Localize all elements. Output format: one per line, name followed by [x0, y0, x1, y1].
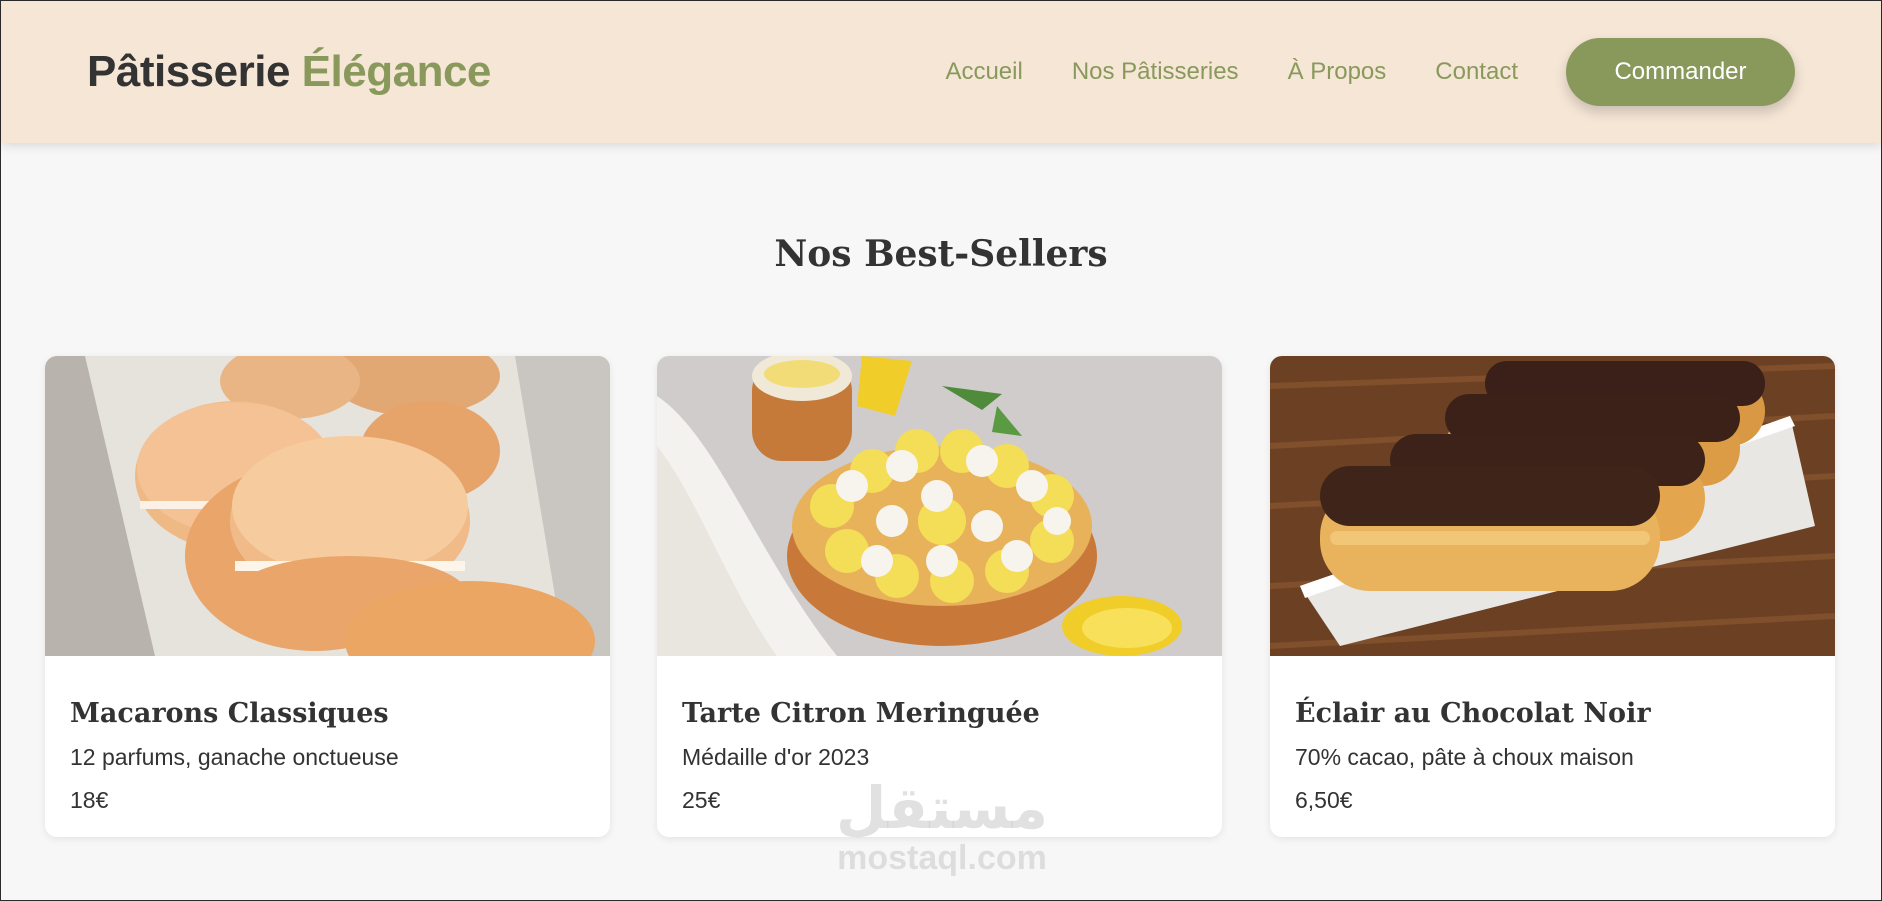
nav-link-accueil[interactable]: Accueil: [945, 58, 1022, 86]
product-price: 18€: [70, 787, 109, 813]
brand-name-accent: Élégance: [301, 47, 492, 96]
product-price: 6,50€: [1295, 787, 1353, 813]
site-header: Pâtisserie Élégance Accueil Nos Pâtisser…: [1, 1, 1881, 143]
macarons-image: [45, 356, 610, 656]
brand-logo[interactable]: Pâtisserie Élégance: [87, 47, 491, 97]
nav-link-a-propos[interactable]: À Propos: [1288, 58, 1387, 86]
product-card-eclair[interactable]: Éclair au Chocolat Noir 70% cacao, pâte …: [1270, 356, 1835, 837]
product-card-tarte-citron[interactable]: Tarte Citron Meringuée Médaille d'or 202…: [657, 356, 1222, 837]
product-name: Éclair au Chocolat Noir: [1295, 698, 1651, 729]
product-description: 12 parfums, ganache onctueuse: [70, 744, 399, 770]
main-nav: Accueil Nos Pâtisseries À Propos Contact: [945, 58, 1518, 86]
product-description: 70% cacao, pâte à choux maison: [1295, 744, 1634, 770]
product-name: Macarons Classiques: [70, 698, 389, 729]
watermark-latin: mostaql.com: [837, 839, 1047, 877]
order-button[interactable]: Commander: [1566, 38, 1795, 106]
product-price: 25€: [682, 787, 721, 813]
product-name: Tarte Citron Meringuée: [682, 698, 1040, 729]
eclair-image: [1270, 356, 1835, 656]
nav-link-contact[interactable]: Contact: [1435, 58, 1518, 86]
brand-name: Pâtisserie: [87, 47, 290, 96]
product-description: Médaille d'or 2023: [682, 744, 870, 770]
nav-link-nos-patisseries[interactable]: Nos Pâtisseries: [1072, 58, 1239, 86]
product-card-macarons[interactable]: Macarons Classiques 12 parfums, ganache …: [45, 356, 610, 837]
lemon-tart-image: [657, 356, 1222, 656]
section-title: Nos Best-Sellers: [774, 233, 1108, 275]
